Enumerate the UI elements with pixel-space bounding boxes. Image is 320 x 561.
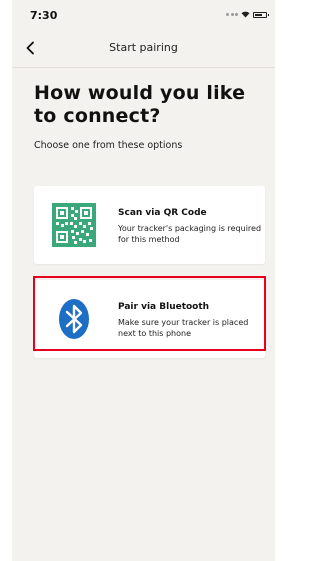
option-description: Make sure your tracker is placed next to…: [118, 318, 249, 338]
status-time: 7:30: [30, 9, 58, 22]
subheading: Choose one from these options: [34, 140, 183, 151]
battery-icon: [253, 11, 269, 18]
phone-screen: 7:30 Start pairing How would you like to…: [12, 0, 275, 561]
status-icons: [226, 11, 269, 18]
option-description: Your tracker's packaging is required for…: [118, 224, 262, 244]
scan-qr-option[interactable]: Scan via QR Code Your tracker's packagin…: [34, 186, 265, 264]
bluetooth-icon: [59, 299, 89, 339]
cellular-signal-icon: [226, 13, 238, 16]
option-title: Pair via Bluetooth: [118, 302, 210, 312]
pair-bluetooth-option[interactable]: Pair via Bluetooth Make sure your tracke…: [34, 280, 265, 358]
page-title: Start pairing: [109, 41, 178, 54]
nav-bar: Start pairing: [12, 30, 275, 68]
main-heading: How would you like to connect?: [34, 82, 246, 127]
wifi-icon: [241, 11, 250, 18]
qr-code-icon: [52, 203, 96, 247]
status-bar: 7:30: [12, 0, 275, 30]
option-title: Scan via QR Code: [118, 208, 207, 218]
